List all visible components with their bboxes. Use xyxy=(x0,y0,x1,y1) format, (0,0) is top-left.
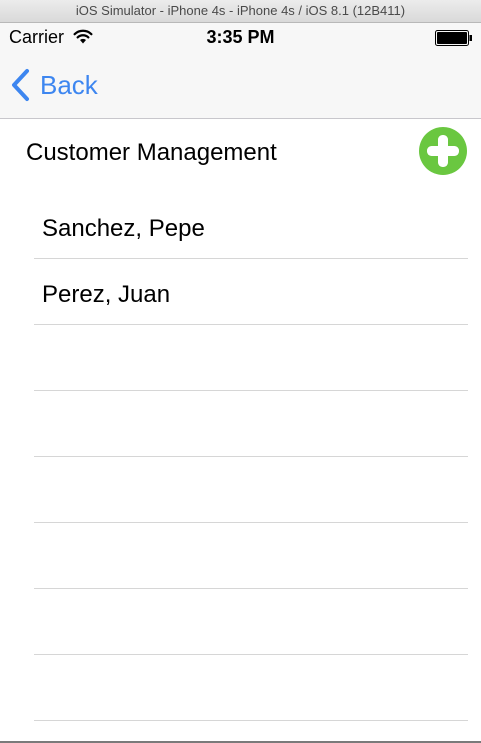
table-row[interactable] xyxy=(34,589,468,655)
battery-icon xyxy=(435,30,472,46)
page-header: Customer Management xyxy=(0,119,481,189)
chevron-left-icon xyxy=(12,69,29,101)
table-row[interactable]: Perez, Juan xyxy=(34,259,468,325)
back-button-label: Back xyxy=(40,69,98,100)
status-bar: Carrier 3:35 PM xyxy=(0,23,481,53)
customer-name: Perez, Juan xyxy=(42,281,171,308)
table-row[interactable] xyxy=(34,523,468,589)
back-button[interactable]: Back xyxy=(10,67,98,103)
table-row[interactable] xyxy=(34,655,468,721)
simulator-title-bar: iOS Simulator - iPhone 4s - iPhone 4s / … xyxy=(0,0,481,23)
customer-name: Sanchez, Pepe xyxy=(42,215,205,242)
add-customer-button[interactable] xyxy=(418,126,468,176)
navigation-bar: Back xyxy=(0,53,481,119)
add-circle-icon xyxy=(419,127,467,175)
table-row[interactable]: Sanchez, Pepe xyxy=(34,193,468,259)
simulator-window: iOS Simulator - iPhone 4s - iPhone 4s / … xyxy=(0,0,481,743)
table-row[interactable] xyxy=(34,457,468,523)
status-clock: 3:35 PM xyxy=(206,27,275,47)
customer-list: Sanchez, Pepe Perez, Juan xyxy=(34,193,468,721)
simulator-title: iOS Simulator - iPhone 4s - iPhone 4s / … xyxy=(75,3,406,18)
table-row[interactable] xyxy=(34,391,468,457)
table-row[interactable] xyxy=(34,325,468,391)
page-title: Customer Management xyxy=(26,139,277,166)
